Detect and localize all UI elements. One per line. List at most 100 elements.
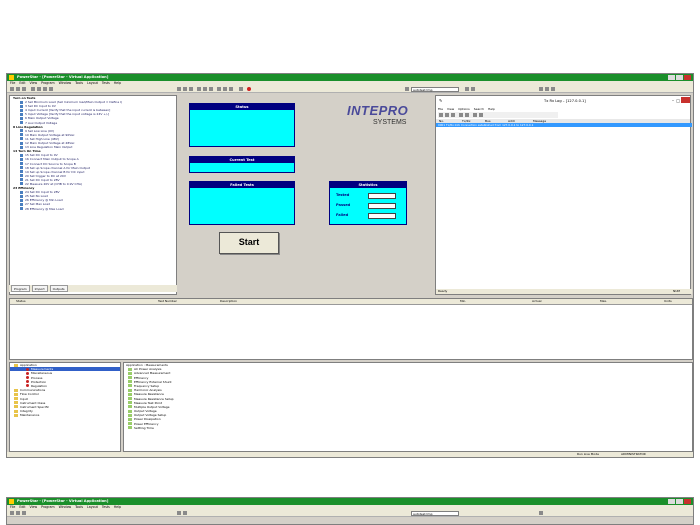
col-description[interactable]: Description (220, 299, 237, 304)
step-icon[interactable] (183, 87, 187, 91)
maximize-icon[interactable] (676, 75, 683, 80)
intepro-logo: INTEPRO (347, 103, 409, 118)
forward-icon[interactable] (451, 113, 455, 117)
layout-icon[interactable] (217, 87, 221, 91)
maximize-icon[interactable] (676, 499, 683, 504)
category-item[interactable]: Maintenance (10, 413, 120, 417)
tree-tab-outputs[interactable]: Outputs (49, 285, 68, 292)
passed-value (368, 203, 396, 209)
log-menu-view[interactable]: View (447, 107, 454, 111)
log-menu-file[interactable]: File (438, 107, 443, 111)
close-icon[interactable] (684, 499, 691, 504)
test-tree-item[interactable]: 28 Efficiency @ Max Load (10, 207, 176, 211)
log-status-bar: Ready NUM (436, 289, 692, 294)
log-minimize-icon[interactable]: – (672, 98, 674, 103)
log-title: Tx Rx Log – [127.0.0.1] (544, 99, 586, 103)
log-status-ready: Ready (438, 289, 448, 293)
results-grid[interactable]: Status Test Number Description Min. Actu… (9, 298, 693, 360)
file-icon[interactable] (405, 87, 409, 91)
measurement-icon (26, 367, 29, 371)
col-min[interactable]: Min. (460, 299, 466, 304)
title-bar-2: PowerStar - [PowerStar - Virtual Applica… (7, 498, 693, 505)
minimize-icon[interactable] (668, 75, 675, 80)
stop-icon[interactable] (247, 87, 251, 91)
function-item[interactable]: Settling Time (124, 426, 692, 430)
window-title-2: PowerStar - [PowerStar - Virtual Applica… (17, 499, 109, 503)
current-test-panel: Current Test (189, 156, 295, 173)
folder-icon (14, 397, 18, 400)
save-icon[interactable] (22, 87, 26, 91)
log-selected-row[interactable]: 0001 Tx/Rx:Info Connection established f… (436, 123, 692, 127)
log-status-num: NUM (672, 289, 680, 293)
function-icon (128, 413, 132, 417)
log-menu-search[interactable]: Search (474, 107, 484, 111)
back-icon[interactable] (445, 113, 449, 117)
toolbar-2: autotest.tmp (7, 510, 693, 517)
application-window-2: PowerStar - [PowerStar - Virtual Applica… (6, 497, 694, 525)
paste-icon[interactable] (43, 87, 47, 91)
status-header: Status (190, 104, 294, 110)
open-icon[interactable] (16, 511, 20, 515)
find-icon[interactable] (465, 113, 469, 117)
copy-icon[interactable] (37, 87, 41, 91)
tree-tab-program[interactable]: Program (11, 285, 30, 292)
failed-value (368, 213, 396, 219)
cut-icon[interactable] (31, 87, 35, 91)
function-icon (128, 401, 132, 405)
measurement-icon (26, 371, 29, 375)
pin-icon[interactable]: ✎ (439, 98, 442, 103)
save-icon[interactable] (22, 511, 26, 515)
run-icon[interactable] (177, 511, 181, 515)
filter-icon[interactable] (473, 113, 477, 117)
new-icon[interactable] (10, 87, 14, 91)
watch-icon[interactable] (209, 87, 213, 91)
pause-icon[interactable] (189, 87, 193, 91)
breakpoint-icon[interactable] (203, 87, 207, 91)
function-icon (128, 367, 132, 371)
measurement-icon (26, 380, 29, 384)
log-icon[interactable] (545, 87, 549, 91)
log-maximize-icon[interactable]: □ (676, 98, 680, 103)
tree-tabs: Program Import Outputs (9, 285, 177, 292)
open-icon[interactable] (16, 87, 20, 91)
category-tree[interactable]: Application Measurements Miscellaneous Proc… (9, 362, 121, 452)
log-menu-options[interactable]: Options (458, 107, 470, 111)
log-close-icon[interactable] (681, 97, 690, 103)
file-combo[interactable]: autotest.tmp (411, 87, 459, 92)
file-combo-2[interactable]: autotest.tmp (411, 511, 459, 516)
test-tree[interactable]: Turn on Tests 2 Set Minimum Load (Set min… (9, 95, 177, 295)
run-icon[interactable] (177, 87, 181, 91)
results-header: Status Test Number Description Min. Actu… (10, 299, 692, 305)
monitor-icon[interactable] (551, 87, 555, 91)
function-icon (128, 376, 132, 380)
zoom-icon[interactable] (229, 87, 233, 91)
help-icon[interactable] (239, 87, 243, 91)
clear-icon[interactable] (439, 113, 443, 117)
start-button[interactable]: Start (219, 232, 279, 254)
tree-tab-import[interactable]: Import (31, 285, 48, 292)
print-icon[interactable] (49, 87, 53, 91)
minimize-icon[interactable] (668, 499, 675, 504)
step-icon[interactable] (183, 511, 187, 515)
settings-icon[interactable] (539, 87, 543, 91)
close-icon[interactable] (684, 75, 691, 80)
save-log-icon[interactable] (459, 113, 463, 117)
col-units[interactable]: Units (664, 299, 672, 304)
col-status[interactable]: Status (16, 299, 26, 304)
function-icon (128, 422, 132, 426)
settings-icon[interactable] (539, 511, 543, 515)
window-title: PowerStar - [PowerStar - Virtual Applica… (17, 75, 109, 79)
log-menu-help[interactable]: Help (488, 107, 495, 111)
options-icon[interactable] (479, 113, 483, 117)
col-max[interactable]: Max. (600, 299, 607, 304)
folder-icon (14, 401, 18, 405)
edit-icon[interactable] (471, 87, 475, 91)
col-test-number[interactable]: Test Number (158, 299, 177, 304)
function-list[interactable]: Application : Measurements AC Power Anal… (123, 362, 693, 452)
function-icon (128, 409, 132, 413)
check-icon[interactable] (465, 87, 469, 91)
grid-icon[interactable] (223, 87, 227, 91)
new-icon[interactable] (10, 511, 14, 515)
debug-icon[interactable] (197, 87, 201, 91)
col-actual[interactable]: Actual (532, 299, 541, 304)
